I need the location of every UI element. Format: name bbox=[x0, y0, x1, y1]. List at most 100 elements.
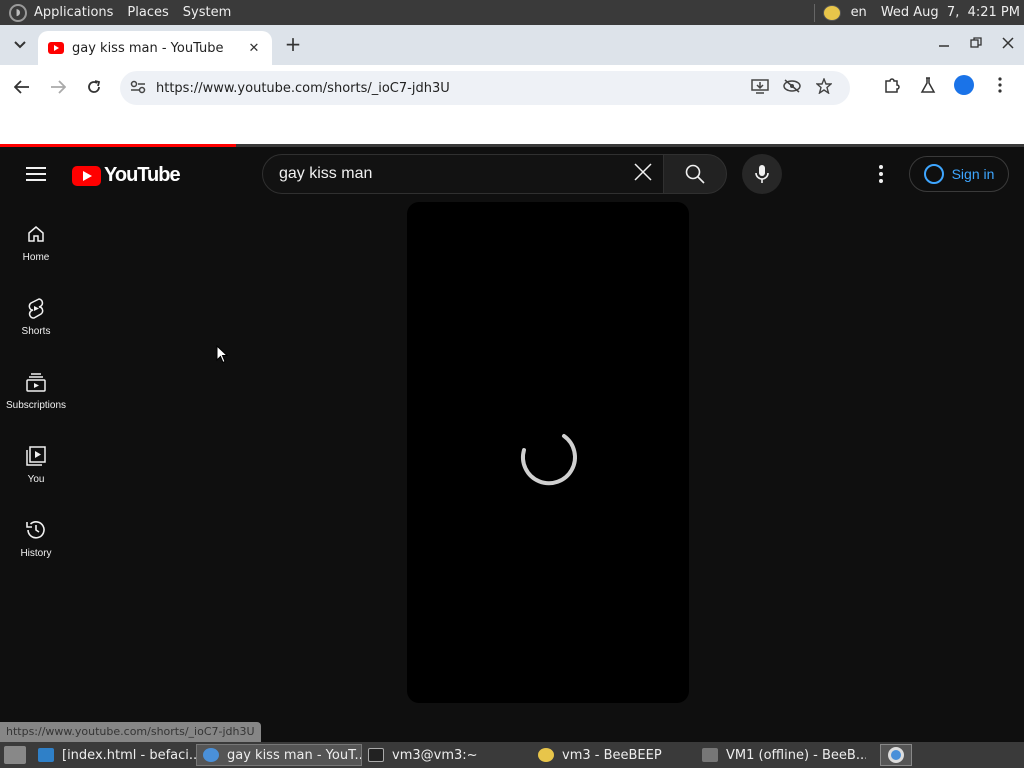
sign-in-button[interactable]: Sign in bbox=[909, 156, 1009, 192]
taskbar-item-beebeep[interactable]: vm3 - BeeBEEP bbox=[532, 744, 696, 766]
beebeep-icon bbox=[538, 748, 554, 762]
restore-button[interactable] bbox=[960, 37, 992, 53]
forward-button[interactable] bbox=[46, 75, 70, 99]
sidebar-item-label: You bbox=[27, 474, 45, 485]
dot bbox=[879, 179, 883, 183]
tracking-protection-button[interactable] bbox=[776, 79, 808, 97]
os-logo-icon[interactable]: ◗ bbox=[9, 3, 27, 22]
sidebar-item-shorts[interactable]: Shorts bbox=[0, 276, 72, 350]
loading-spinner-icon bbox=[521, 434, 577, 486]
subscriptions-icon bbox=[24, 370, 48, 394]
tray-separator bbox=[813, 3, 815, 22]
close-icon bbox=[1002, 37, 1014, 49]
taskbar-item-vscode[interactable]: [index.html - befaci... bbox=[32, 744, 196, 766]
os-top-panel: ◗ Applications Places System en Wed Aug … bbox=[0, 0, 1024, 25]
microphone-icon bbox=[755, 165, 769, 183]
clear-search-button[interactable] bbox=[623, 162, 663, 187]
vm-icon bbox=[702, 748, 718, 762]
clock[interactable]: Wed Aug 7, 4:21 PM bbox=[881, 5, 1020, 20]
dot bbox=[879, 172, 883, 176]
taskbar-item-label: VM1 (offline) - BeeB... bbox=[726, 747, 866, 763]
new-tab-button[interactable]: + bbox=[282, 34, 304, 56]
reload-button[interactable] bbox=[82, 75, 106, 99]
beebeep-tray-icon[interactable] bbox=[822, 4, 841, 21]
avatar bbox=[954, 75, 974, 95]
window-controls bbox=[928, 25, 1024, 65]
terminal-icon bbox=[368, 748, 384, 762]
tab-close-button[interactable]: ✕ bbox=[246, 41, 262, 56]
site-info-icon[interactable] bbox=[130, 80, 146, 97]
mouse-pointer-icon bbox=[216, 345, 228, 364]
sidebar-item-you[interactable]: You bbox=[0, 424, 72, 498]
vscode-icon bbox=[38, 748, 54, 762]
mini-guide-sidebar: Home Shorts Subscriptions You History bbox=[0, 202, 72, 572]
browser-tab-active[interactable]: gay kiss man - YouTube ✕ bbox=[38, 31, 272, 65]
labs-button[interactable] bbox=[910, 77, 946, 97]
taskbar-item-label: [index.html - befaci... bbox=[62, 747, 196, 763]
system-menu[interactable]: System bbox=[183, 5, 231, 20]
places-menu[interactable]: Places bbox=[127, 5, 168, 20]
address-bar-actions bbox=[744, 71, 840, 105]
search-input[interactable]: gay kiss man bbox=[263, 165, 623, 183]
taskbar-chrome-launcher[interactable] bbox=[880, 744, 912, 766]
guide-menu-button[interactable] bbox=[26, 167, 46, 181]
install-app-button[interactable] bbox=[744, 78, 776, 98]
chrome-menu-button[interactable] bbox=[982, 77, 1018, 97]
sidebar-item-label: Home bbox=[22, 252, 50, 263]
sidebar-item-subscriptions[interactable]: Subscriptions bbox=[0, 350, 72, 424]
star-icon bbox=[815, 77, 833, 95]
taskbar-item-chrome[interactable]: gay kiss man - YouT... bbox=[196, 744, 362, 766]
sidebar-item-home[interactable]: Home bbox=[0, 202, 72, 276]
status-bubble-url: https://www.youtube.com/shorts/_ioC7-jdh… bbox=[0, 722, 261, 742]
sidebar-item-history[interactable]: History bbox=[0, 498, 72, 572]
voice-search-button[interactable] bbox=[742, 154, 782, 194]
restore-icon bbox=[970, 37, 982, 48]
sidebar-item-label: Shorts bbox=[21, 326, 51, 337]
youtube-play-logo-icon bbox=[72, 165, 101, 186]
extensions-button[interactable] bbox=[874, 77, 910, 97]
show-desktop-button[interactable] bbox=[4, 746, 26, 764]
kebab-menu-icon bbox=[998, 77, 1002, 93]
bookmark-button[interactable] bbox=[808, 77, 840, 98]
tab-search-button[interactable] bbox=[8, 33, 32, 57]
tab-title: gay kiss man - YouTube bbox=[72, 40, 224, 56]
chrome-icon bbox=[888, 747, 904, 763]
applications-menu[interactable]: Applications bbox=[34, 5, 113, 20]
flask-icon bbox=[920, 77, 936, 93]
history-icon bbox=[24, 518, 48, 542]
home-icon bbox=[24, 222, 48, 246]
taskbar-item-terminal[interactable]: vm3@vm3:~ bbox=[362, 744, 532, 766]
taskbar-item-label: vm3@vm3:~ bbox=[392, 747, 478, 763]
address-bar[interactable]: https://www.youtube.com/shorts/_ioC7-jdh… bbox=[120, 71, 850, 105]
close-window-button[interactable] bbox=[992, 37, 1024, 53]
back-button[interactable] bbox=[10, 75, 34, 99]
browser-tab-strip: gay kiss man - YouTube ✕ + bbox=[0, 25, 1024, 65]
settings-more-button[interactable] bbox=[868, 161, 894, 187]
forward-arrow-icon bbox=[51, 80, 66, 94]
chrome-icon bbox=[203, 748, 219, 762]
search-icon bbox=[685, 164, 705, 184]
os-tray: en Wed Aug 7, 4:21 PM bbox=[813, 0, 1020, 25]
reload-icon bbox=[88, 80, 101, 93]
sidebar-item-label: Subscriptions bbox=[5, 400, 67, 411]
hamburger-line bbox=[26, 173, 46, 175]
shorts-video-player[interactable] bbox=[407, 202, 689, 703]
eye-off-icon bbox=[783, 79, 801, 93]
taskbar-item-label: gay kiss man - YouT... bbox=[227, 747, 362, 763]
hamburger-line bbox=[26, 167, 46, 169]
browser-toolbar: https://www.youtube.com/shorts/_ioC7-jdh… bbox=[0, 65, 1024, 110]
sign-in-label: Sign in bbox=[951, 166, 995, 182]
youtube-logo[interactable]: YouTube bbox=[72, 164, 181, 187]
tune-icon bbox=[130, 80, 146, 93]
search-box[interactable]: gay kiss man bbox=[262, 154, 664, 194]
you-icon bbox=[24, 444, 48, 468]
dot bbox=[879, 165, 883, 169]
chevron-down-icon bbox=[14, 41, 26, 49]
search-button[interactable] bbox=[663, 154, 727, 194]
keyboard-layout-indicator[interactable]: en bbox=[851, 5, 867, 20]
profile-button[interactable] bbox=[946, 75, 982, 99]
sidebar-item-label: History bbox=[20, 548, 52, 559]
minimize-button[interactable] bbox=[928, 37, 960, 53]
youtube-favicon-icon bbox=[48, 42, 64, 54]
taskbar-item-vm1[interactable]: VM1 (offline) - BeeB... bbox=[696, 744, 866, 766]
